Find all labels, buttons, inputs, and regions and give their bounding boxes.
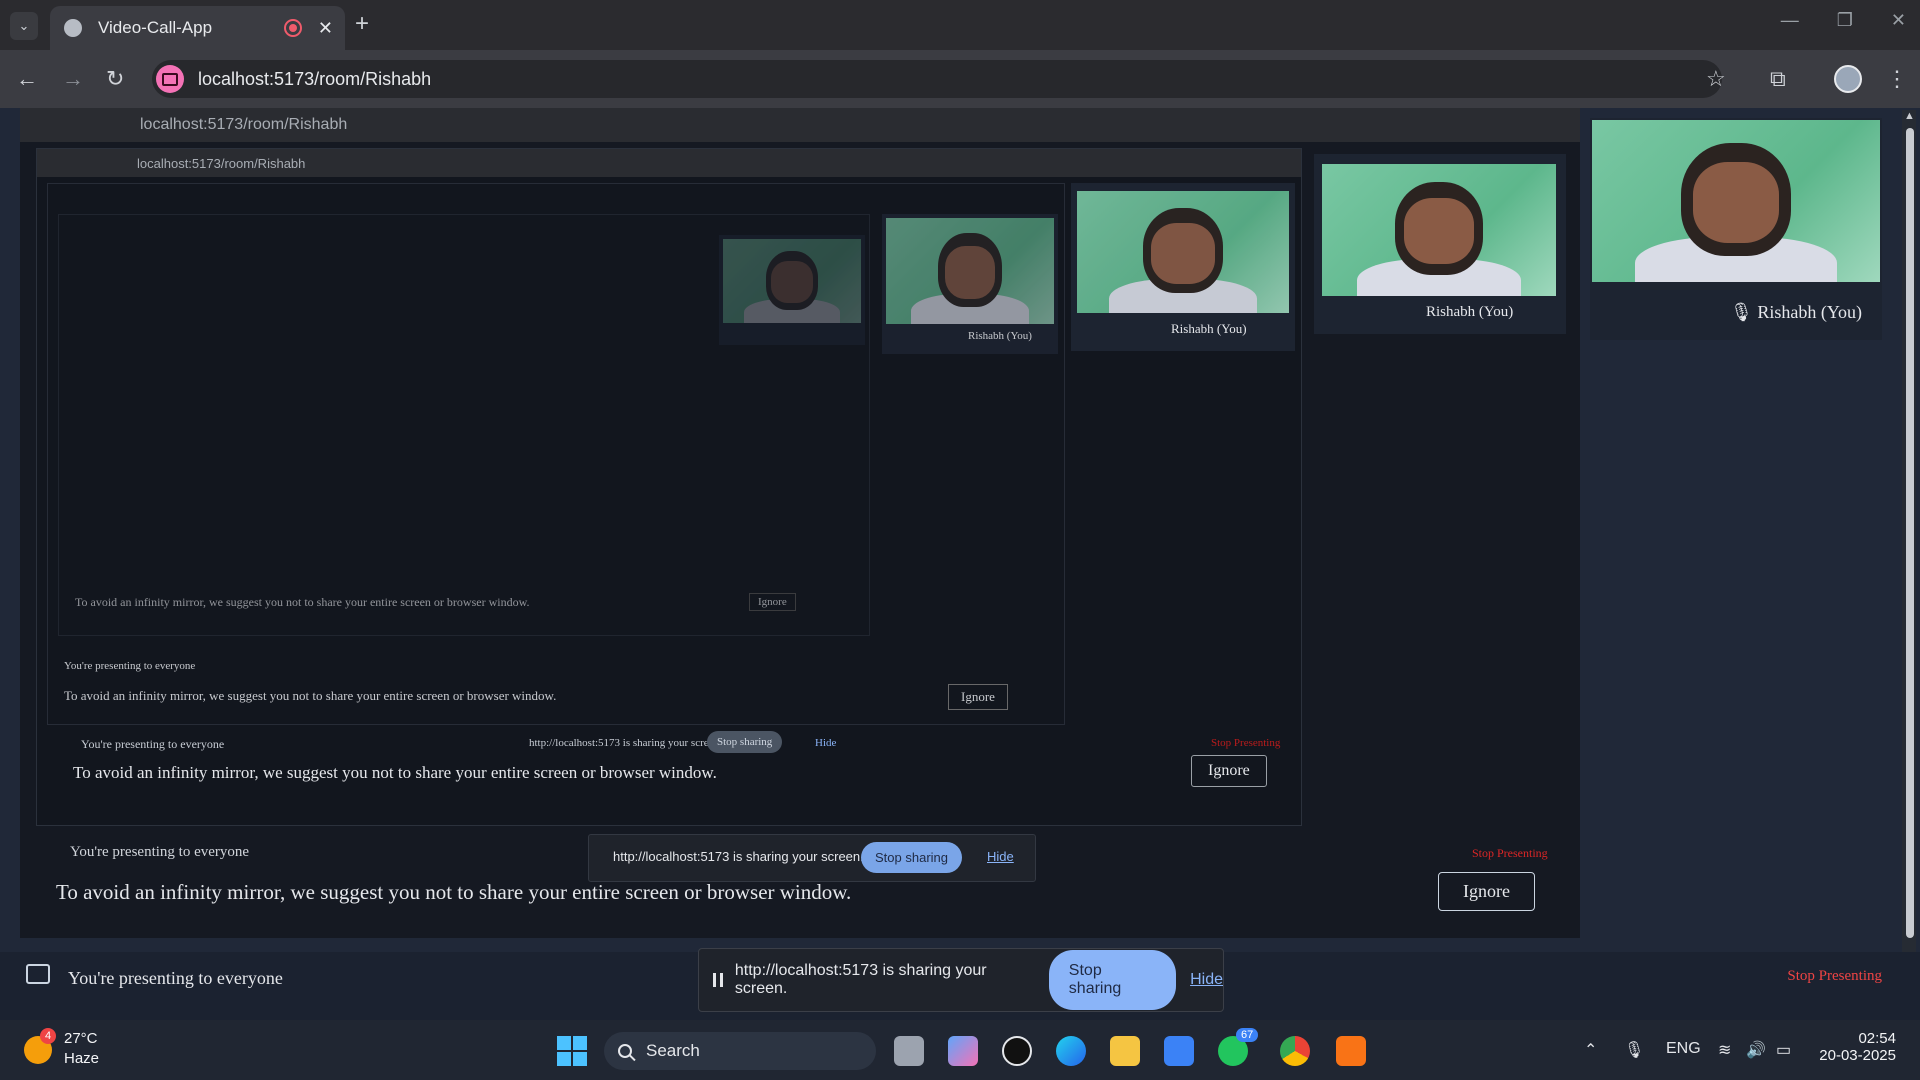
- self-camera-feed: [1592, 120, 1880, 282]
- menu-dots-icon[interactable]: ⋮: [1886, 66, 1908, 92]
- weather-badge: 4: [40, 1028, 56, 1044]
- whatsapp-badge: 67: [1236, 1028, 1259, 1042]
- taskbar-clock[interactable]: 02:54 20-03-2025: [1819, 1030, 1896, 1064]
- tray-chevron-icon[interactable]: ⌃: [1584, 1040, 1597, 1060]
- microphone-icon: 🎙: [1730, 302, 1753, 322]
- file-explorer-icon[interactable]: [1110, 1036, 1140, 1066]
- mirror-infinity-warning: To avoid an infinity mirror, we suggest …: [56, 880, 852, 904]
- self-name-label: 🎙 Rishabh (You): [1730, 302, 1862, 323]
- tray-mic-icon[interactable]: 🎙: [1624, 1040, 1644, 1060]
- stop-sharing-button[interactable]: Stop sharing: [1048, 950, 1177, 1010]
- language-indicator[interactable]: ENG: [1666, 1040, 1701, 1058]
- tab-search-dropdown-icon[interactable]: ⌄: [10, 12, 38, 40]
- chrome-icon[interactable]: [1280, 1036, 1310, 1066]
- globe-icon: [64, 19, 82, 37]
- address-url: localhost:5173/room/Rishabh: [198, 68, 432, 89]
- pause-icon: [713, 973, 723, 987]
- mirror-share-popup: http://localhost:5173 is sharing your sc…: [588, 834, 1036, 882]
- screen-share-view: localhost:5173/room/Rishabh Rishabh (You…: [20, 108, 1580, 938]
- mirror-self-tile: Rishabh (You): [1314, 154, 1566, 334]
- tab-close-icon[interactable]: ✕: [318, 18, 333, 39]
- mirror-level-3: Rishabh (You) To avoid an infinity mirro…: [47, 183, 1065, 725]
- windows-start-icon[interactable]: [557, 1036, 587, 1066]
- clock-date: 20-03-2025: [1819, 1047, 1896, 1064]
- address-bar[interactable]: localhost:5173/room/Rishabh: [152, 60, 1722, 98]
- self-video-tile: 🎙 Rishabh (You): [1590, 118, 1882, 340]
- scroll-up-icon[interactable]: ▲: [1904, 110, 1915, 122]
- present-screen-icon: [26, 964, 50, 984]
- taskbar-search[interactable]: Search: [604, 1032, 876, 1070]
- weather-condition: Haze: [64, 1050, 100, 1067]
- bookmark-star-icon[interactable]: ☆: [1706, 66, 1726, 92]
- vscode-icon[interactable]: [1164, 1036, 1194, 1066]
- presenting-text: You're presenting to everyone: [68, 968, 283, 988]
- site-camera-icon[interactable]: [156, 65, 184, 93]
- edge-icon[interactable]: [1056, 1036, 1086, 1066]
- volume-icon[interactable]: 🔊: [1746, 1040, 1766, 1060]
- brave-icon[interactable]: [1336, 1036, 1366, 1066]
- scrollbar-thumb[interactable]: [1906, 128, 1914, 938]
- window-controls: — ❐ ✕: [1781, 10, 1906, 31]
- back-arrow-icon[interactable]: ←: [16, 66, 38, 92]
- search-label: Search: [646, 1041, 700, 1060]
- close-window-icon[interactable]: ✕: [1891, 10, 1906, 31]
- self-name-text: Rishabh (You): [1757, 302, 1863, 322]
- mirror-url: localhost:5173/room/Rishabh: [140, 116, 348, 133]
- mirror-ignore-button: Ignore: [1438, 872, 1535, 911]
- stop-presenting-button[interactable]: Stop Presenting: [1787, 968, 1882, 985]
- minimize-icon[interactable]: —: [1781, 10, 1799, 31]
- mirror-presenting-text: You're presenting to everyone: [70, 844, 250, 860]
- tab-title: Video-Call-App: [98, 18, 213, 37]
- mirror-level-4: To avoid an infinity mirror, we suggest …: [58, 214, 870, 636]
- app-icon[interactable]: [1002, 1036, 1032, 1066]
- screen-share-popup: http://localhost:5173 is sharing your sc…: [698, 948, 1224, 1012]
- mirror-self-name: Rishabh (You): [1426, 304, 1514, 320]
- browser-tab[interactable]: Video-Call-App ✕: [50, 6, 345, 50]
- battery-icon[interactable]: ▭: [1776, 1040, 1791, 1060]
- new-tab-button[interactable]: +: [355, 10, 369, 38]
- extensions-puzzle-icon[interactable]: ⧉: [1770, 66, 1786, 92]
- wifi-icon[interactable]: ≋: [1718, 1040, 1731, 1060]
- profile-avatar[interactable]: [1834, 65, 1862, 93]
- reload-icon[interactable]: ↻: [106, 66, 124, 92]
- share-message: http://localhost:5173 is sharing your sc…: [734, 962, 987, 997]
- forward-arrow-icon[interactable]: →: [62, 66, 84, 92]
- hide-link[interactable]: Hide: [1190, 971, 1223, 989]
- recording-indicator-icon: [283, 19, 302, 37]
- task-view-icon[interactable]: [894, 1036, 924, 1066]
- search-icon: [618, 1044, 632, 1058]
- temperature: 27°C: [64, 1030, 98, 1047]
- mirror-browser-toolbar: localhost:5173/room/Rishabh: [20, 108, 1580, 142]
- restore-icon[interactable]: ❐: [1837, 10, 1853, 31]
- mirror-level-2: localhost:5173/room/Rishabh Rishabh (You…: [36, 148, 1302, 826]
- copilot-icon[interactable]: [948, 1036, 978, 1066]
- clock-time: 02:54: [1858, 1030, 1896, 1047]
